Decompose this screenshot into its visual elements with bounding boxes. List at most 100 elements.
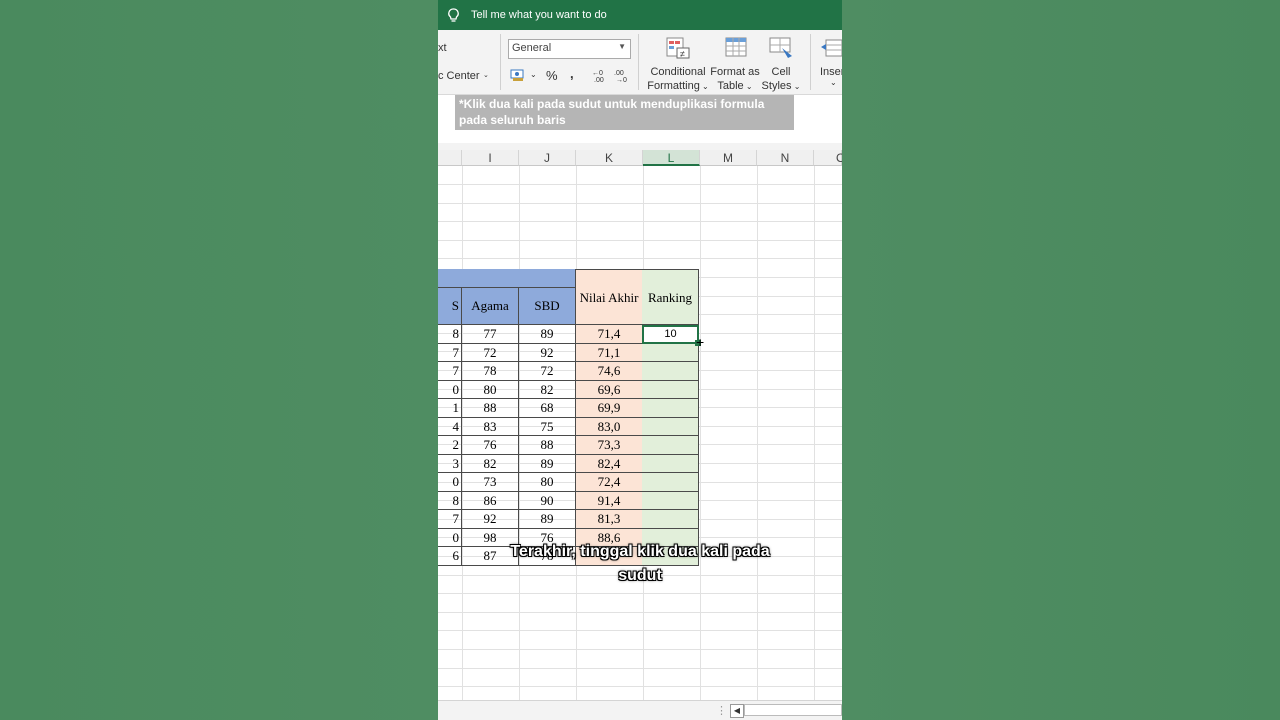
decrease-decimal-icon[interactable]: .00 →0	[614, 68, 632, 82]
row-cell-ranking[interactable]	[642, 510, 699, 529]
merge-center-button[interactable]: c Center	[438, 70, 480, 82]
conditional-formatting-button[interactable]: Conditional Formatting ⌄	[644, 65, 712, 94]
chevron-down-icon: ▼	[618, 42, 626, 51]
column-header-k[interactable]: K	[576, 150, 643, 166]
row-cell-nilai-akhir[interactable]: 83,0	[575, 418, 643, 436]
row-cell-agama[interactable]: 82	[462, 455, 519, 473]
row-cell-sbd[interactable]: 82	[519, 381, 576, 399]
number-format-select[interactable]: General ▼	[508, 39, 631, 59]
row-cell-agama[interactable]: 92	[462, 510, 519, 529]
row-cell-ranking[interactable]	[642, 455, 699, 473]
merged-header-cell[interactable]	[438, 269, 575, 288]
row-cell-sbd[interactable]: 89	[519, 510, 576, 529]
percent-button[interactable]: %	[546, 68, 558, 83]
row-cell-nilai-akhir[interactable]: 71,1	[575, 344, 643, 362]
row-cell-partial[interactable]: 2	[438, 436, 462, 455]
cell-styles-button[interactable]: Cell Styles ⌄	[760, 65, 802, 94]
ribbon-separator	[500, 34, 501, 90]
row-cell-partial[interactable]: 8	[438, 325, 462, 344]
row-cell-agama[interactable]: 73	[462, 473, 519, 492]
column-header-partial[interactable]	[438, 150, 462, 166]
header-cell-agama[interactable]: Agama	[462, 288, 519, 325]
format-as-table-icon[interactable]	[724, 36, 750, 60]
row-cell-partial[interactable]: 3	[438, 455, 462, 473]
row-cell-partial[interactable]: 0	[438, 381, 462, 399]
grid-row-line	[438, 612, 842, 613]
row-cell-partial[interactable]: 1	[438, 399, 462, 418]
row-cell-ranking[interactable]	[642, 418, 699, 436]
row-cell-nilai-akhir[interactable]: 69,9	[575, 399, 643, 418]
row-cell-agama[interactable]: 77	[462, 325, 519, 344]
row-cell-nilai-akhir[interactable]: 74,6	[575, 362, 643, 381]
column-header-o[interactable]: O	[814, 150, 842, 166]
row-cell-nilai-akhir[interactable]: 81,3	[575, 510, 643, 529]
row-cell-partial[interactable]: 0	[438, 529, 462, 547]
row-cell-sbd[interactable]: 89	[519, 455, 576, 473]
row-cell-nilai-akhir[interactable]: 91,4	[575, 492, 643, 510]
number-format-value: General	[512, 42, 552, 54]
row-cell-nilai-akhir[interactable]: 71,4	[575, 325, 643, 344]
cell-styles-icon[interactable]	[768, 36, 794, 60]
format-as-table-button[interactable]: Format as Table ⌄	[710, 65, 760, 94]
row-cell-agama[interactable]: 83	[462, 418, 519, 436]
row-cell-partial[interactable]: 7	[438, 344, 462, 362]
row-cell-sbd[interactable]: 92	[519, 344, 576, 362]
comma-style-button[interactable]: ,	[570, 66, 574, 81]
conditional-formatting-icon[interactable]: ≠	[665, 36, 691, 60]
row-cell-agama[interactable]: 86	[462, 492, 519, 510]
row-cell-sbd[interactable]: 68	[519, 399, 576, 418]
row-cell-ranking[interactable]	[642, 362, 699, 381]
merge-dropdown-icon[interactable]: ⌄	[483, 71, 489, 79]
row-cell-partial[interactable]: 8	[438, 492, 462, 510]
ribbon: xt c Center ⌄ General ▼ ⌄ % , ←0 .00 .00…	[438, 30, 842, 95]
row-cell-partial[interactable]: 6	[438, 547, 462, 566]
row-cell-agama[interactable]: 80	[462, 381, 519, 399]
row-cell-nilai-akhir[interactable]: 82,4	[575, 455, 643, 473]
active-cell-l[interactable]: 10	[642, 325, 699, 344]
currency-dropdown-icon[interactable]: ⌄	[530, 70, 537, 79]
cell-styles-label-2: Styles	[761, 80, 792, 92]
row-cell-agama[interactable]: 76	[462, 436, 519, 455]
row-cell-sbd[interactable]: 90	[519, 492, 576, 510]
row-cell-ranking[interactable]	[642, 399, 699, 418]
column-header-i[interactable]: I	[462, 150, 519, 166]
row-cell-sbd[interactable]: 88	[519, 436, 576, 455]
row-cell-ranking[interactable]	[642, 473, 699, 492]
row-cell-partial[interactable]: 0	[438, 473, 462, 492]
drag-handle-icon[interactable]: ⋮	[716, 704, 727, 717]
row-cell-agama[interactable]: 78	[462, 362, 519, 381]
row-cell-agama[interactable]: 72	[462, 344, 519, 362]
row-cell-ranking[interactable]	[642, 436, 699, 455]
row-cell-sbd[interactable]: 89	[519, 325, 576, 344]
row-cell-nilai-akhir[interactable]: 69,6	[575, 381, 643, 399]
column-header-l[interactable]: L	[643, 150, 700, 166]
row-cell-nilai-akhir[interactable]: 72,4	[575, 473, 643, 492]
row-cell-sbd[interactable]: 75	[519, 418, 576, 436]
row-cell-sbd[interactable]: 72	[519, 362, 576, 381]
header-cell-ranking[interactable]: Ranking	[642, 269, 699, 325]
row-cell-nilai-akhir[interactable]: 73,3	[575, 436, 643, 455]
currency-icon[interactable]	[510, 68, 526, 82]
column-header-j[interactable]: J	[519, 150, 576, 166]
row-cell-partial[interactable]: 4	[438, 418, 462, 436]
row-cell-sbd[interactable]: 80	[519, 473, 576, 492]
increase-decimal-icon[interactable]: ←0 .00	[592, 68, 610, 82]
chevron-down-icon[interactable]: ⌄	[830, 78, 837, 87]
tell-me-bar[interactable]: Tell me what you want to do	[438, 0, 842, 30]
row-cell-partial[interactable]: 7	[438, 510, 462, 529]
row-cell-agama[interactable]: 88	[462, 399, 519, 418]
row-cell-ranking[interactable]	[642, 381, 699, 399]
wrap-text-button[interactable]: xt	[438, 42, 447, 54]
column-header-m[interactable]: M	[700, 150, 757, 166]
header-cell-partial[interactable]: S	[438, 288, 462, 325]
row-cell-ranking[interactable]	[642, 344, 699, 362]
header-cell-nilai-akhir[interactable]: Nilai Akhir	[575, 269, 643, 325]
column-header-n[interactable]: N	[757, 150, 814, 166]
horizontal-scrollbar[interactable]	[744, 704, 842, 716]
header-cell-sbd[interactable]: SBD	[519, 288, 576, 325]
row-cell-ranking[interactable]	[642, 492, 699, 510]
scroll-left-button[interactable]: ◀	[730, 704, 744, 718]
row-cell-partial[interactable]: 7	[438, 362, 462, 381]
insert-cells-icon[interactable]	[820, 38, 842, 60]
insert-button[interactable]: Inser	[820, 66, 842, 78]
